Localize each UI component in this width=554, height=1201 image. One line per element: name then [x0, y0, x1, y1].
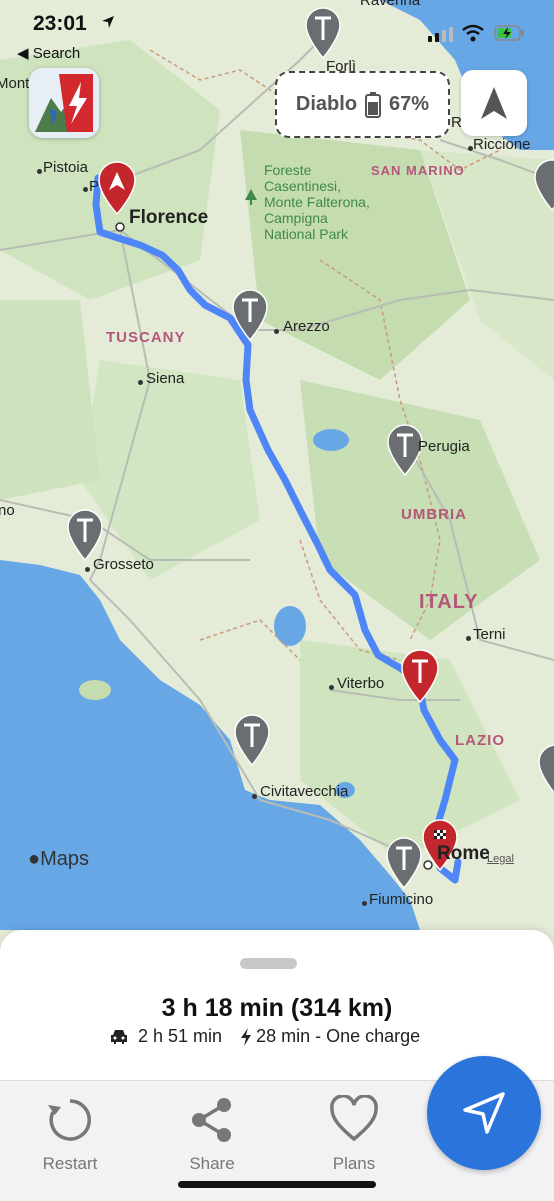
- share-label: Share: [189, 1154, 235, 1173]
- drive-time: 2 h 51 min: [138, 1026, 223, 1046]
- battery-percentage: 67%: [389, 93, 430, 115]
- region-label-umbria: UMBRIA: [401, 506, 467, 523]
- battery-charging-icon: [494, 25, 524, 41]
- share-icon: [192, 1098, 231, 1142]
- restart-label: Restart: [42, 1154, 98, 1173]
- plans-button[interactable]: Plans: [304, 1094, 404, 1174]
- back-to-search-link[interactable]: ◀ Search: [17, 44, 80, 62]
- heading-button[interactable]: [461, 70, 527, 136]
- map-label-west-edge: no: [0, 502, 15, 519]
- status-time: 23:01: [33, 12, 87, 35]
- map-label-grosseto: Grosseto: [93, 556, 154, 573]
- park-label: Foreste Casentinesi, Monte Falterona, Ca…: [264, 162, 370, 242]
- route-details: 2 h 51 min 28 min - One charge: [110, 1026, 420, 1047]
- maps-attribution: ●Maps: [28, 848, 89, 870]
- map-label-rome: Rome: [437, 843, 490, 864]
- vehicle-name: Diablo: [295, 93, 358, 115]
- share-button[interactable]: Share: [162, 1095, 262, 1174]
- app-icon[interactable]: [29, 68, 99, 138]
- abrp-logo-icon: [29, 68, 99, 138]
- battery-level-icon: [365, 91, 382, 118]
- legal-link[interactable]: Legal: [487, 853, 514, 865]
- map-label-siena: Siena: [146, 370, 185, 387]
- charge-time: 28 min - One charge: [256, 1026, 421, 1046]
- car-icon: [111, 1029, 127, 1044]
- restart-button[interactable]: Restart: [20, 1095, 120, 1174]
- region-label-tuscany: TUSCANY: [106, 329, 186, 346]
- region-label-san-marino: SAN MARINO: [371, 163, 465, 178]
- map-label-viterbo: Viterbo: [337, 675, 385, 692]
- cellular-signal-icon: [428, 27, 453, 42]
- country-label-italy: ITALY: [419, 591, 479, 613]
- lightning-icon: [241, 1027, 252, 1046]
- map-label-pistoia: Pistoia: [43, 159, 89, 176]
- map-label-perugia: Perugia: [418, 438, 470, 455]
- map-label-civitavecchia: Civitavecchia: [260, 783, 349, 800]
- plans-label: Plans: [332, 1154, 376, 1173]
- navigate-arrow-icon: [463, 1092, 505, 1134]
- map-label-arezzo: Arezzo: [283, 318, 330, 335]
- back-triangle-icon: ◀: [17, 45, 29, 62]
- map-label-terni: Terni: [473, 626, 506, 643]
- vehicle-selector[interactable]: Diablo 67%: [275, 71, 450, 138]
- apple-icon: ●: [28, 848, 41, 870]
- map-label-florence: Florence: [129, 207, 209, 228]
- map-label-riccione: Riccione: [473, 136, 531, 153]
- region-label-lazio: LAZIO: [455, 732, 505, 749]
- heart-icon: [330, 1094, 378, 1142]
- route-summary: 3 h 18 min (314 km): [161, 994, 393, 1022]
- home-indicator[interactable]: [178, 1181, 376, 1188]
- map-label-fiumicino: Fiumicino: [369, 891, 434, 908]
- wifi-icon: [462, 24, 484, 42]
- navigation-arrow-icon: [481, 87, 507, 119]
- restart-icon: [48, 1099, 91, 1141]
- map-label-prato: P: [89, 178, 100, 195]
- status-bar: 23:01 ◀ Search: [0, 0, 554, 70]
- park-icon: [245, 189, 257, 205]
- sheet-grabber[interactable]: [240, 958, 297, 969]
- location-services-icon: [102, 16, 114, 28]
- start-navigation-button[interactable]: [427, 1056, 541, 1170]
